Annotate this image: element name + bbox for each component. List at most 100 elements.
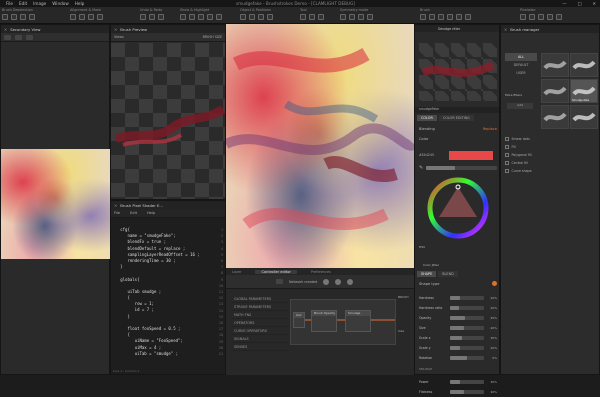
- param-slider[interactable]: [450, 326, 484, 330]
- shape-icon[interactable]: [492, 281, 497, 286]
- brush-category[interactable]: DEFAULT: [505, 61, 537, 69]
- tool-icon[interactable]: [198, 14, 204, 20]
- category-item[interactable]: SENSES: [232, 343, 288, 351]
- tool-button[interactable]: [276, 279, 283, 284]
- play-icon[interactable]: [335, 278, 342, 285]
- param-slider[interactable]: [450, 336, 484, 340]
- menu-edit[interactable]: Edit: [19, 1, 27, 6]
- close-icon[interactable]: ✕: [114, 203, 117, 208]
- brush-thumbnail[interactable]: [419, 43, 497, 101]
- maximize-button[interactable]: □: [578, 1, 582, 6]
- blending-value[interactable]: Replace: [483, 127, 497, 131]
- tab-color[interactable]: COLOR: [417, 115, 437, 121]
- tab-preferences[interactable]: Preferences: [311, 270, 331, 274]
- tab-layer[interactable]: Layer: [232, 270, 241, 274]
- close-icon[interactable]: ✕: [4, 27, 7, 32]
- record-icon[interactable]: [323, 278, 330, 285]
- code-area[interactable]: cfg{ name = "smudgeFake"; blendFx = true…: [113, 227, 209, 357]
- tool-icon[interactable]: [267, 14, 273, 20]
- brush-thumbnail[interactable]: Smudge-fake: [570, 79, 598, 103]
- checkbox[interactable]: [505, 169, 509, 173]
- menu-image[interactable]: Image: [33, 1, 46, 6]
- secondary-view-image[interactable]: [1, 149, 111, 259]
- views-label[interactable]: Views: [114, 35, 124, 39]
- param-slider[interactable]: [450, 356, 484, 360]
- tool-icon[interactable]: [447, 14, 453, 20]
- tool-icon[interactable]: [547, 14, 553, 20]
- param-slider[interactable]: [450, 346, 484, 350]
- brush-thumbnail[interactable]: [570, 53, 598, 77]
- checkbox[interactable]: [505, 153, 509, 157]
- eyedropper-icon[interactable]: ✎: [419, 165, 423, 171]
- brush-category[interactable]: ALL: [505, 53, 537, 61]
- brush-filter[interactable]: Fill: [505, 143, 539, 151]
- brush-size-label[interactable]: BRUSH SIZE: [203, 35, 222, 39]
- color-hex[interactable]: #EA4245: [419, 153, 434, 157]
- tool-button[interactable]: [26, 34, 33, 40]
- tool-icon[interactable]: [70, 14, 76, 20]
- tool-button[interactable]: [4, 34, 11, 40]
- tool-icon[interactable]: [538, 14, 544, 20]
- tool-icon[interactable]: [240, 14, 246, 20]
- tool-icon[interactable]: [367, 14, 373, 20]
- tool-icon[interactable]: [79, 14, 85, 20]
- shader-menu-item[interactable]: File: [114, 211, 120, 215]
- tab-controller-editor[interactable]: Controller editor: [255, 269, 297, 274]
- brush-filter[interactable]: Curve shape: [505, 167, 539, 175]
- close-button[interactable]: ✕: [592, 1, 596, 6]
- brush-preview-canvas[interactable]: [111, 43, 226, 199]
- tool-icon[interactable]: [97, 14, 103, 20]
- param-slider[interactable]: [450, 306, 484, 310]
- tool-icon[interactable]: [249, 14, 255, 20]
- tool-icon[interactable]: [180, 14, 186, 20]
- checkbox[interactable]: [505, 145, 509, 149]
- param-slider[interactable]: [450, 316, 484, 320]
- tool-icon[interactable]: [2, 14, 8, 20]
- category-item[interactable]: STROKE PARAMETERS: [232, 303, 288, 311]
- tool-icon[interactable]: [420, 14, 426, 20]
- color-swatch[interactable]: [449, 151, 493, 160]
- brush-thumbnail[interactable]: [541, 105, 569, 129]
- tool-icon[interactable]: [216, 14, 222, 20]
- category-item[interactable]: CURVE OPERATORS: [232, 327, 288, 335]
- tool-icon[interactable]: [520, 14, 526, 20]
- tool-icon[interactable]: [149, 14, 155, 20]
- param-slider[interactable]: [450, 390, 484, 394]
- main-canvas[interactable]: [226, 24, 414, 268]
- tool-icon[interactable]: [158, 14, 164, 20]
- close-icon[interactable]: ✕: [504, 27, 507, 32]
- tool-icon[interactable]: [358, 14, 364, 20]
- category-item[interactable]: SIGNALS: [232, 335, 288, 343]
- shader-menu-item[interactable]: Help: [147, 211, 155, 215]
- brush-filter[interactable]: Smear dots: [505, 135, 539, 143]
- tool-button[interactable]: [15, 34, 22, 40]
- tool-icon[interactable]: [11, 14, 17, 20]
- tool-icon[interactable]: [556, 14, 562, 20]
- brush-filter[interactable]: Central fill: [505, 159, 539, 167]
- add-button[interactable]: Add: [507, 103, 533, 109]
- tool-icon[interactable]: [429, 14, 435, 20]
- tool-icon[interactable]: [438, 14, 444, 20]
- tool-icon[interactable]: [20, 14, 26, 20]
- checkbox[interactable]: [505, 161, 509, 165]
- shape-type-row[interactable]: Shape type: [419, 281, 497, 286]
- brush-thumbnail[interactable]: [570, 105, 598, 129]
- tool-icon[interactable]: [318, 14, 324, 20]
- brush-filter[interactable]: Polygonal fill: [505, 151, 539, 159]
- blending-row[interactable]: Blending Replace: [419, 125, 497, 133]
- code-line[interactable]: uiTab = "smudge" ;: [113, 351, 209, 357]
- category-item[interactable]: MATH FNS: [232, 311, 288, 319]
- tool-icon[interactable]: [465, 14, 471, 20]
- minimize-button[interactable]: —: [562, 1, 566, 6]
- brush-category[interactable]: USER: [505, 69, 537, 77]
- tool-icon[interactable]: [258, 14, 264, 20]
- settings-icon[interactable]: [347, 278, 354, 285]
- tool-icon[interactable]: [189, 14, 195, 20]
- tab-blend[interactable]: BLEND: [438, 271, 458, 277]
- tool-icon[interactable]: [207, 14, 213, 20]
- tool-icon[interactable]: [456, 14, 462, 20]
- menu-file[interactable]: File: [6, 1, 13, 6]
- brush-thumbnail[interactable]: [541, 79, 569, 103]
- checkbox[interactable]: [505, 137, 509, 141]
- node-graph[interactable]: Brush Opacity Smudge Out: [290, 299, 396, 345]
